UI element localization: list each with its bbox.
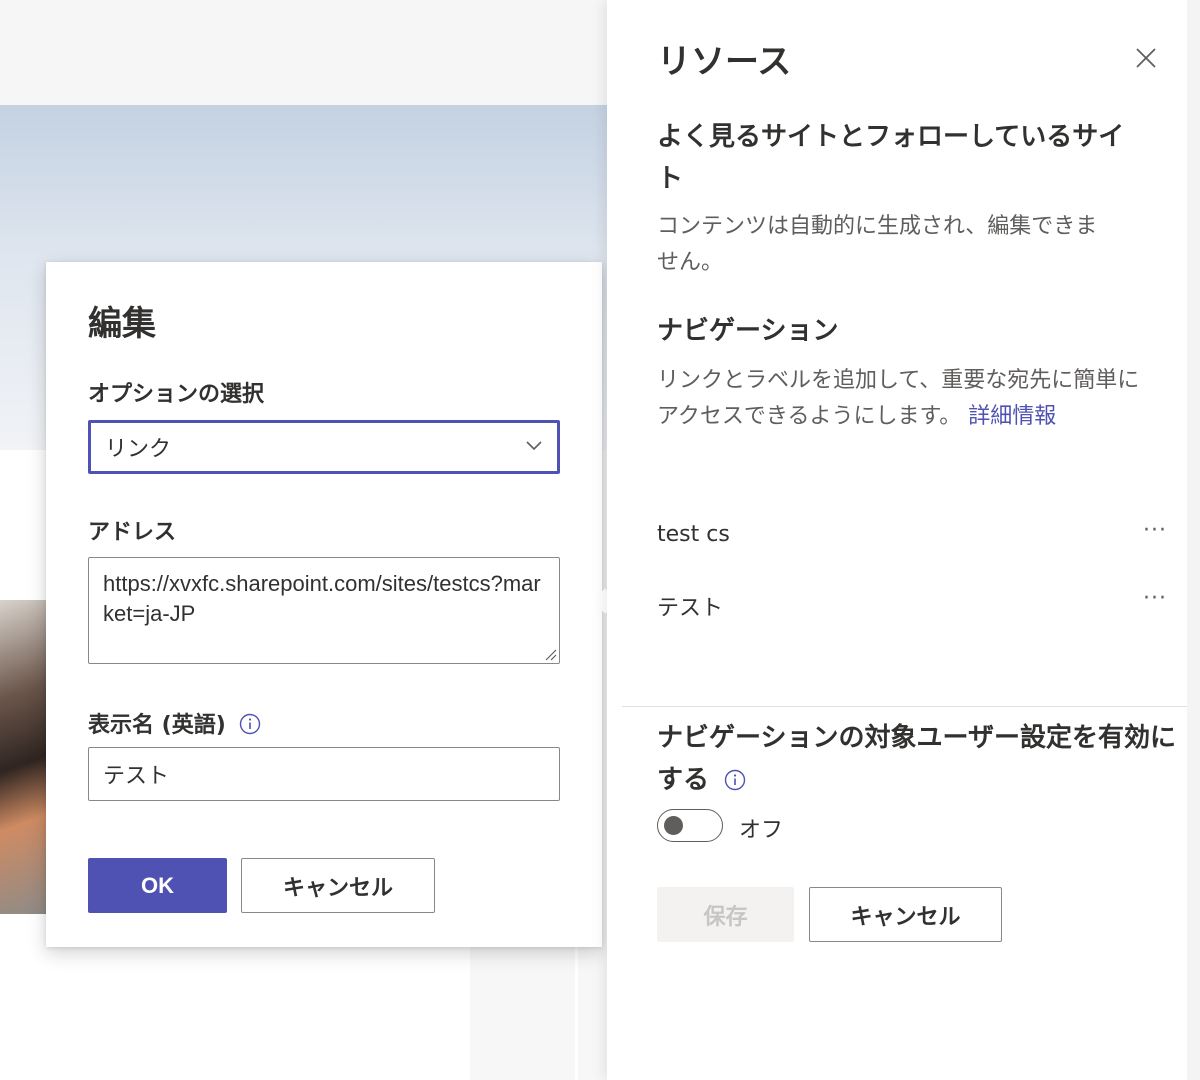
navigation-description: リンクとラベルを追加して、重要な宛先に簡単にアクセスできるようにします。 <box>657 368 1140 429</box>
panel-cancel-button[interactable]: キャンセル <box>809 887 1002 942</box>
save-button[interactable]: 保存 <box>657 887 794 942</box>
nav-item[interactable]: test cs ··· <box>657 518 1167 562</box>
toggle-knob <box>664 816 683 835</box>
edit-title: 編集 <box>88 304 156 344</box>
chevron-down-icon <box>526 441 542 451</box>
info-icon[interactable] <box>239 713 261 735</box>
panel-title: リソース <box>657 42 792 82</box>
hero-photo <box>0 600 48 914</box>
resize-grip-icon[interactable] <box>543 647 557 661</box>
display-name-label-text: 表示名 (英語) <box>88 713 226 738</box>
more-icon[interactable]: ··· <box>1143 586 1167 611</box>
page-header-area <box>0 0 607 105</box>
nav-item-label: テスト <box>657 596 724 621</box>
navigation-heading: ナビゲーション <box>657 316 839 346</box>
address-value: https://xvxfc.sharepoint.com/sites/testc… <box>103 571 541 626</box>
address-label: アドレス <box>88 520 177 545</box>
more-icon[interactable]: ··· <box>1143 518 1167 543</box>
frequent-sites-heading: よく見るサイトとフォローしているサイト <box>657 122 1125 194</box>
close-icon[interactable] <box>1134 46 1158 70</box>
edit-cancel-button[interactable]: キャンセル <box>241 858 435 913</box>
display-name-label: 表示名 (英語) <box>88 707 261 739</box>
nav-item-label: test cs <box>657 522 730 547</box>
divider <box>622 706 1188 707</box>
scrollbar-track[interactable] <box>1187 0 1200 1080</box>
nav-item[interactable]: テスト ··· <box>657 586 1167 630</box>
info-icon[interactable] <box>724 769 746 791</box>
display-name-value: テスト <box>103 764 170 789</box>
option-select-value: リンク <box>105 437 172 462</box>
display-name-input[interactable]: テスト <box>88 747 560 801</box>
navigation-text: リンクとラベルを追加して、重要な宛先に簡単にアクセスできるようにします。 詳細情… <box>657 363 1147 435</box>
audience-targeting-heading: ナビゲーションの対象ユーザー設定を有効にする <box>657 717 1177 801</box>
toggle-state-label: オフ <box>739 818 784 843</box>
learn-more-link[interactable]: 詳細情報 <box>968 404 1056 429</box>
audience-toggle[interactable] <box>657 809 723 842</box>
resources-panel: リソース よく見るサイトとフォローしているサイト コンテンツは自動的に生成され、… <box>607 0 1188 1080</box>
frequent-sites-text: コンテンツは自動的に生成され、編集できません。 <box>657 214 1098 275</box>
option-select[interactable]: リンク <box>88 420 560 474</box>
ok-button[interactable]: OK <box>88 858 227 913</box>
edit-callout: 編集 オプションの選択 リンク アドレス https://xvxfc.share… <box>46 262 602 947</box>
address-textarea[interactable]: https://xvxfc.sharepoint.com/sites/testc… <box>88 557 560 664</box>
option-label: オプションの選択 <box>88 382 265 407</box>
